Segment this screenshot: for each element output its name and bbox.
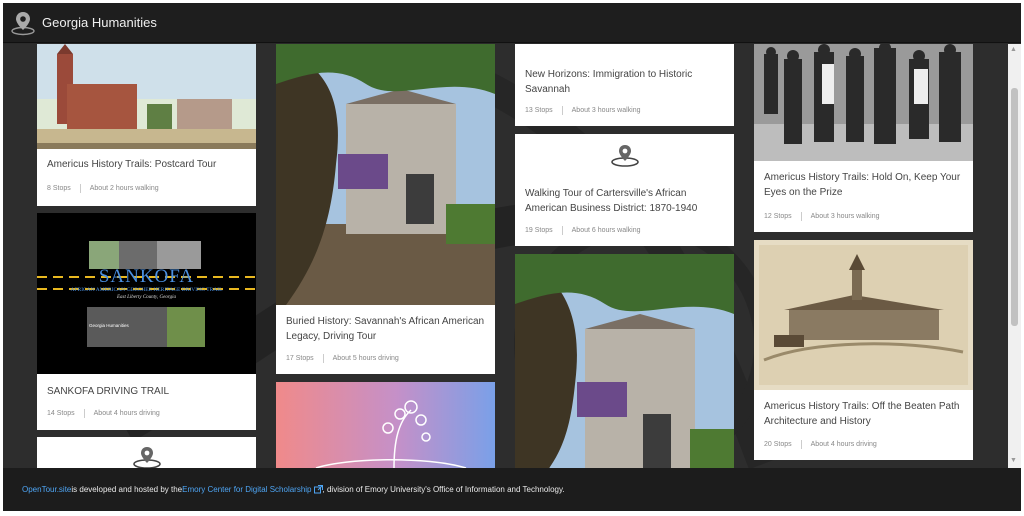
image-org: Georgia Humanities	[89, 323, 129, 328]
external-link-icon[interactable]	[313, 485, 323, 494]
tour-title[interactable]: Americus History Trails: Postcard Tour	[37, 157, 226, 172]
tour-card[interactable]: New Horizons: Immigration to Historic Sa…	[515, 44, 734, 126]
tour-duration: About 3 hours walking	[571, 107, 641, 114]
tour-stops: 13 Stops	[525, 107, 553, 114]
map-pin-icon	[132, 447, 161, 468]
meta-divider	[800, 212, 802, 221]
tour-meta: 8 Stops About 2 hours walking	[47, 184, 159, 193]
tour-duration: About 4 hours driving	[810, 441, 877, 448]
tour-duration: About 4 hours driving	[93, 410, 160, 417]
ecds-link[interactable]: Emory Center for Digital Scholarship	[182, 485, 311, 494]
tour-meta: 19 Stops About 6 hours walking	[525, 226, 641, 235]
tour-title[interactable]: Americus History Trails: Off the Beaten …	[754, 399, 973, 429]
meta-divider	[83, 409, 85, 418]
meta-divider	[322, 354, 324, 363]
tour-meta: 13 Stops About 3 hours walking	[525, 106, 641, 115]
image-subtitle: AFRICAN AMERICAN-GEECHEE HERITAGE DRIVIN…	[70, 287, 223, 293]
tour-card[interactable]: Americus History Trails: Hold On, Keep Y…	[754, 44, 973, 232]
tour-card[interactable]	[276, 382, 495, 468]
tour-image	[754, 44, 973, 161]
meta-divider	[79, 184, 81, 193]
footer-text: , division of Emory University's Office …	[322, 485, 565, 494]
tour-card[interactable]: Americus History Trails: Off the Beaten …	[754, 240, 973, 460]
tour-card[interactable]	[37, 437, 256, 468]
tour-meta: 12 Stops About 3 hours walking	[764, 212, 880, 221]
opentour-link[interactable]: OpenTour.site	[22, 485, 71, 494]
tour-image	[515, 254, 734, 468]
image-caption: SANKOFA	[98, 266, 195, 287]
tour-stops: 14 Stops	[47, 410, 75, 417]
tour-title[interactable]: Buried History: Savannah's African Ameri…	[276, 314, 495, 344]
tour-image	[315, 400, 467, 468]
tour-title[interactable]: Walking Tour of Cartersville's African A…	[515, 186, 734, 216]
tour-duration: About 5 hours driving	[332, 355, 399, 362]
vertical-scrollbar[interactable]: ▲ ▼	[1008, 44, 1021, 468]
tour-grid: Americus History Trails: Postcard Tour 8…	[3, 44, 1008, 468]
tour-image: SANKOFA AFRICAN AMERICAN-GEECHEE HERITAG…	[37, 213, 256, 374]
top-bar: Georgia Humanities	[3, 3, 1021, 43]
tour-image	[754, 240, 973, 390]
tour-title[interactable]: Americus History Trails: Hold On, Keep Y…	[754, 170, 973, 200]
tour-meta: 14 Stops About 4 hours driving	[47, 409, 160, 418]
scrollbar-thumb[interactable]	[1011, 88, 1018, 326]
meta-divider	[561, 106, 563, 115]
tour-title[interactable]: SANKOFA DRIVING TRAIL	[37, 384, 179, 399]
tour-image	[37, 44, 256, 149]
tour-stops: 12 Stops	[764, 213, 792, 220]
footer: OpenTour.site is developed and hosted by…	[3, 468, 1021, 511]
footer-text: is developed and hosted by the	[71, 485, 183, 494]
tour-meta: 20 Stops About 4 hours driving	[764, 440, 877, 449]
tour-stops: 19 Stops	[525, 227, 553, 234]
app-window: Georgia Humanities Americus History Trai…	[3, 3, 1021, 511]
image-county: East Liberty County, Georgia	[117, 295, 176, 300]
tour-meta: 17 Stops About 5 hours driving	[286, 354, 399, 363]
map-pin-logo-icon[interactable]	[9, 9, 37, 37]
app-title[interactable]: Georgia Humanities	[42, 15, 157, 30]
tour-duration: About 2 hours walking	[89, 185, 159, 192]
tour-stops: 20 Stops	[764, 441, 792, 448]
tour-duration: About 6 hours walking	[571, 227, 641, 234]
tour-stops: 8 Stops	[47, 185, 71, 192]
tour-card[interactable]: Americus History Trails: Postcard Tour 8…	[37, 44, 256, 206]
meta-divider	[561, 226, 563, 235]
tour-title[interactable]: New Horizons: Immigration to Historic Sa…	[515, 67, 734, 97]
tour-duration: About 3 hours walking	[810, 213, 880, 220]
tour-card[interactable]: Walking Tour of Cartersville's African A…	[515, 134, 734, 246]
tour-image	[276, 44, 495, 305]
tour-card[interactable]: Buried History: Savannah's African Ameri…	[276, 44, 495, 374]
tour-stops: 17 Stops	[286, 355, 314, 362]
scroll-up-icon[interactable]: ▲	[1010, 46, 1017, 53]
meta-divider	[800, 440, 802, 449]
scroll-down-icon[interactable]: ▼	[1010, 457, 1017, 464]
tour-card[interactable]	[515, 254, 734, 468]
map-pin-icon	[610, 145, 639, 167]
tour-card[interactable]: SANKOFA AFRICAN AMERICAN-GEECHEE HERITAG…	[37, 213, 256, 430]
